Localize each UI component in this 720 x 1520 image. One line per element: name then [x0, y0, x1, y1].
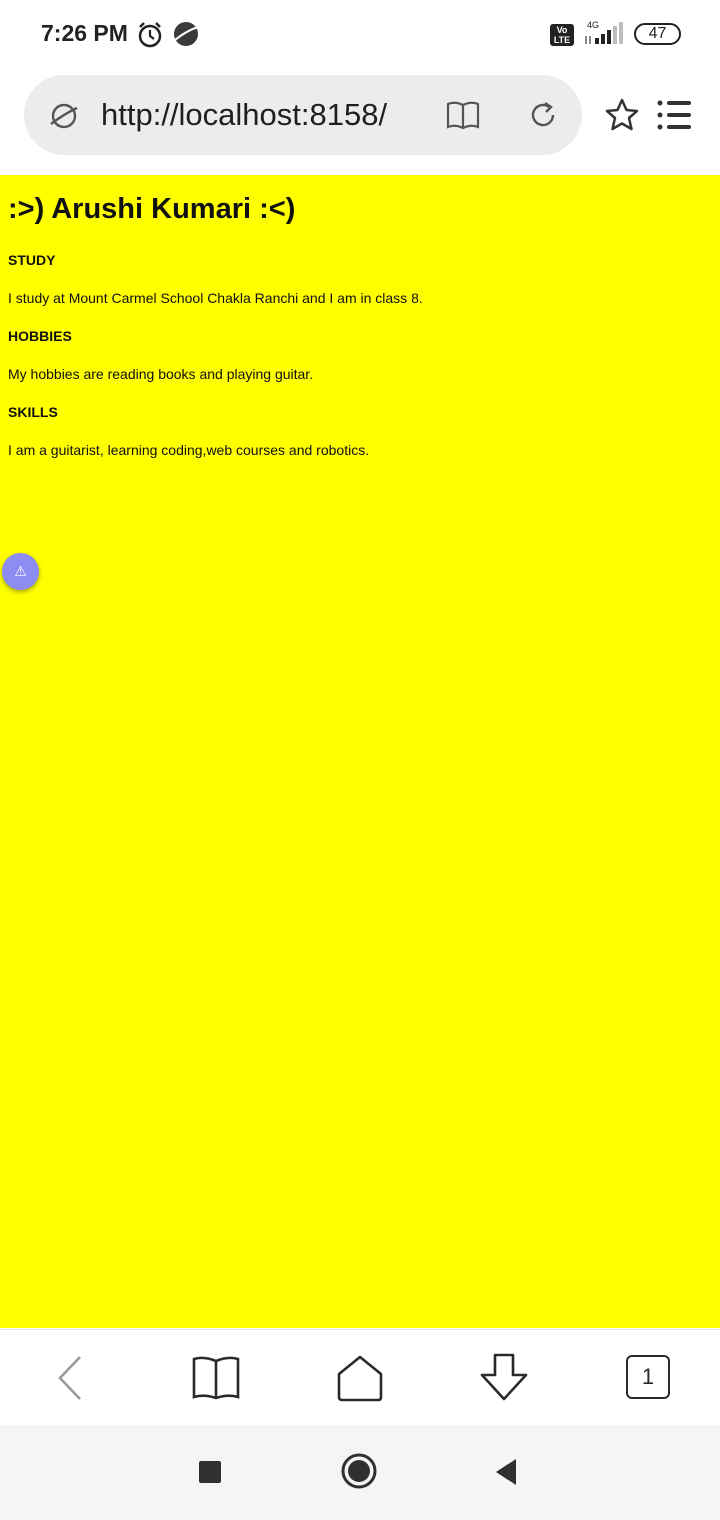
system-navigation-bar [0, 1425, 720, 1520]
browser-app-icon [174, 22, 199, 46]
warning-icon: ⚠ [14, 563, 27, 579]
site-info-icon[interactable] [48, 100, 80, 132]
signal-icon: 4G [585, 20, 623, 44]
bookmark-star-icon[interactable] [604, 97, 640, 133]
status-time: 7:26 PM [41, 20, 128, 46]
section-label-hobbies: HOBBIES [8, 328, 72, 344]
back-arrow-icon[interactable] [45, 1352, 97, 1404]
reload-icon[interactable] [527, 99, 559, 131]
battery-indicator: 47 [634, 23, 681, 45]
section-label-skills: SKILLS [8, 404, 58, 420]
alarm-icon [138, 22, 162, 48]
tabs-count-button[interactable]: 1 [626, 1355, 670, 1399]
section-text-hobbies: My hobbies are reading books and playing… [8, 366, 314, 382]
url-text[interactable]: http://localhost:8158/ [101, 97, 406, 133]
home-icon[interactable] [334, 1352, 386, 1404]
back-triangle-icon[interactable] [494, 1457, 518, 1487]
download-icon[interactable] [478, 1352, 530, 1404]
address-bar[interactable]: http://localhost:8158/ [24, 75, 582, 155]
warning-floating-button[interactable]: ⚠ [2, 553, 39, 590]
browser-toolbar: 1 [0, 1329, 720, 1426]
network-type: 4G [587, 20, 599, 30]
web-page-content: :>) Arushi Kumari :<) STUDY I study at M… [0, 175, 720, 1328]
section-label-study: STUDY [8, 252, 56, 268]
volte-icon: Vo LTE [550, 24, 574, 46]
home-circle-icon[interactable] [341, 1453, 377, 1489]
recents-square-icon[interactable] [199, 1461, 221, 1483]
reader-mode-icon[interactable] [446, 100, 480, 130]
section-text-skills: I am a guitarist, learning coding,web co… [8, 442, 370, 458]
section-text-study: I study at Mount Carmel School Chakla Ra… [8, 290, 423, 306]
menu-icon[interactable] [656, 99, 692, 131]
page-title: :>) Arushi Kumari :<) [8, 193, 296, 225]
status-bar: 7:26 PM Vo LTE 4G 47 [0, 0, 720, 70]
bookmarks-book-icon[interactable] [190, 1352, 242, 1404]
